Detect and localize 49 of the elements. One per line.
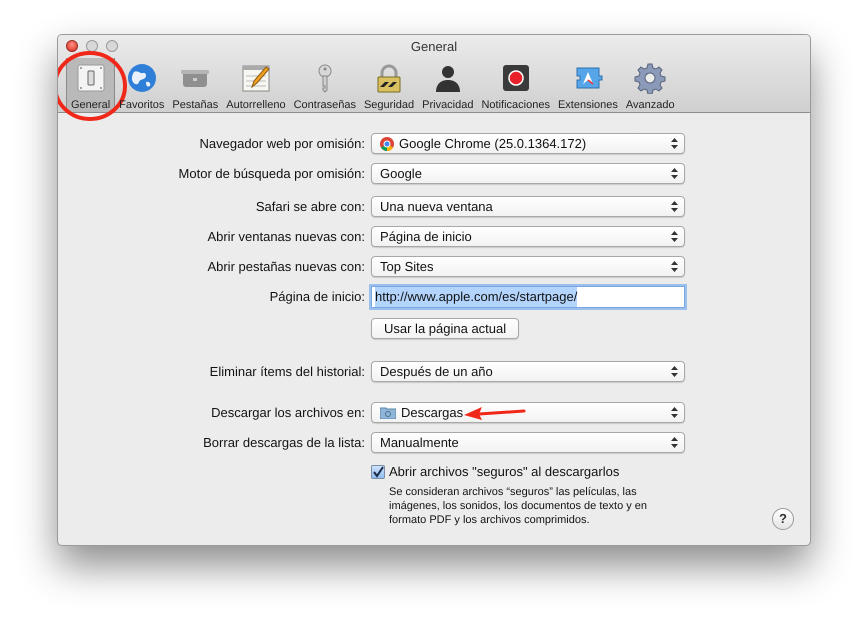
field-label: Navegador web por omisión: <box>200 136 365 151</box>
stepper-arrows-icon <box>671 366 678 377</box>
field-label: Abrir pestañas nuevas con: <box>207 258 365 274</box>
field-label: Página de inicio: <box>270 289 365 304</box>
stepper-arrows-icon <box>671 231 678 242</box>
toolbar-tab[interactable]: Avanzado <box>622 58 679 112</box>
toolbar-tab[interactable]: Privacidad <box>418 58 478 112</box>
field-label: Abrir ventanas nuevas con: <box>207 228 365 244</box>
toolbar-tab[interactable]: Contraseñas <box>290 58 360 112</box>
help-button[interactable]: ? <box>772 508 794 530</box>
stepper-arrows-icon <box>671 138 678 149</box>
toolbar-tab[interactable]: Pestañas <box>168 58 222 112</box>
popup-menu[interactable]: Una nueva ventana <box>371 196 685 217</box>
window-title: General <box>410 38 458 56</box>
toolbar-tab[interactable]: Seguridad <box>360 58 418 112</box>
popup-menu[interactable]: Top Sites <box>371 256 685 277</box>
toolbar-tab[interactable]: Autorrelleno <box>222 58 290 112</box>
minimize-button[interactable] <box>86 40 98 52</box>
checkbox-label[interactable]: Abrir archivos "seguros" al descargarlos <box>389 462 620 482</box>
stepper-arrows-icon <box>671 168 678 179</box>
checkbox[interactable] <box>371 464 385 479</box>
checkbox-description: Se consideran archivos “seguros” las películas, las imágenes, los sonidos, los documentos de texto y en formato PDF y los archivos comprimidos. <box>389 484 648 526</box>
chrome-logo-icon <box>380 136 394 150</box>
toolbar-tab[interactable]: Favoritos <box>115 58 168 112</box>
close-button[interactable] <box>66 40 78 52</box>
use-current-page-button[interactable]: Usar la página actual <box>371 318 520 339</box>
field-label: Eliminar ítems del historial: <box>210 364 365 379</box>
field-label: Borrar descargas de la lista: <box>203 434 365 450</box>
stepper-arrows-icon <box>671 407 678 418</box>
stepper-arrows-icon <box>671 201 678 212</box>
field-label: Descargar los archivos en: <box>211 404 365 420</box>
toolbar-tab[interactable]: Extensiones <box>554 58 622 112</box>
toolbar-tab[interactable]: General <box>66 58 116 112</box>
folder-icon <box>380 406 396 419</box>
light-switch-icon <box>74 62 107 94</box>
toolbar-tab[interactable]: Notificaciones <box>477 58 554 112</box>
popup-menu[interactable]: Después de un año <box>371 361 685 382</box>
popup-menu[interactable]: Página de inicio <box>371 226 685 247</box>
gear-icon <box>634 62 666 94</box>
field-label: Safari se abre con: <box>256 198 365 214</box>
popup-menu[interactable]: Google Chrome (25.0.1364.172) <box>371 133 685 154</box>
popup-menu[interactable]: Manualmente <box>371 432 685 453</box>
field-label: Motor de búsqueda por omisión: <box>178 166 365 181</box>
stepper-arrows-icon <box>671 261 678 272</box>
stepper-arrows-icon <box>671 437 678 448</box>
globe-icon <box>126 62 158 94</box>
homepage-field[interactable]: http://www.apple.com/es/startpage/ <box>371 286 685 308</box>
popup-menu[interactable]: Google <box>371 163 685 184</box>
popup-menu[interactable]: Descargas <box>371 402 685 423</box>
